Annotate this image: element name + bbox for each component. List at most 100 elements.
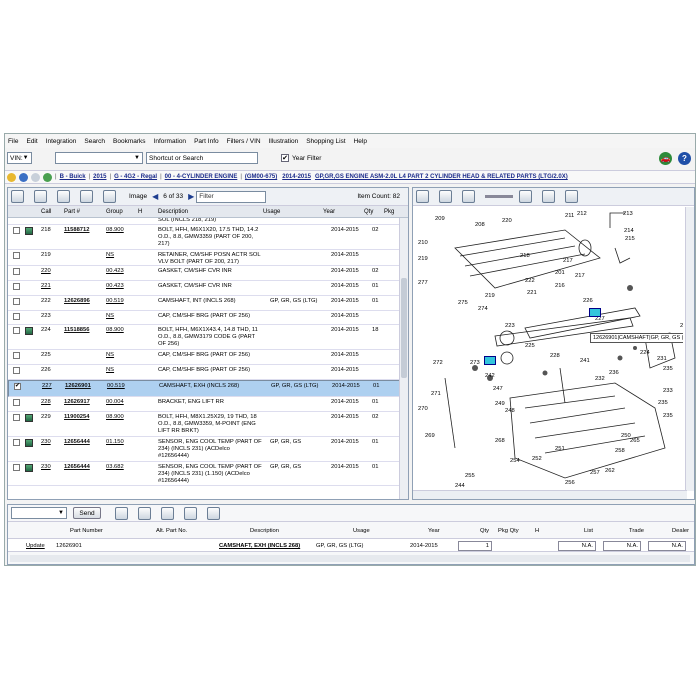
send-button[interactable]: Send <box>73 507 101 519</box>
callout-label[interactable]: 212 <box>577 211 587 217</box>
group-number[interactable]: NS <box>106 367 114 374</box>
row-checkbox[interactable] <box>13 268 20 275</box>
callout-label[interactable]: 220 <box>502 218 512 224</box>
group-number[interactable]: 00.519 <box>107 383 125 390</box>
callout-label[interactable]: 231 <box>657 356 667 362</box>
col-year[interactable]: Year <box>323 209 335 215</box>
part-number[interactable]: 12626896 <box>64 298 90 305</box>
row-checkbox[interactable] <box>13 367 20 374</box>
callout-label[interactable]: 218 <box>520 253 530 259</box>
call-number[interactable]: 222 <box>41 298 51 305</box>
table-row[interactable]: 226 NS CAP, CM/SHF BRG (PART OF 256) 2014-2… <box>8 365 400 380</box>
scroll-thumb[interactable] <box>401 278 407 378</box>
zoom-out-icon[interactable] <box>462 190 475 203</box>
callout-label[interactable]: 211 <box>565 213 574 219</box>
qty-input[interactable]: 1 <box>458 541 492 551</box>
row-checkbox[interactable] <box>13 327 20 334</box>
table-row[interactable]: 229 11900254 08.900 BOLT, HFH, M8X1.25X29, … <box>8 412 400 437</box>
callout-label[interactable]: 272 <box>433 360 443 366</box>
callout-label[interactable]: 219 <box>485 293 495 299</box>
table-row[interactable]: SOL (INCLS 218, 219) <box>8 218 400 225</box>
group-number[interactable]: 00.519 <box>106 298 124 305</box>
fit-icon[interactable] <box>416 190 429 203</box>
callout-label[interactable]: 262 <box>605 468 615 474</box>
group-number[interactable]: 03.682 <box>106 464 124 471</box>
breadcrumb-years[interactable]: 2014-2015 <box>282 174 311 180</box>
call-number[interactable]: 218 <box>41 227 51 234</box>
callout-label[interactable]: 277 <box>418 280 428 286</box>
table-row[interactable]: 230 12656444 01.150 SENSOR, ENG COOL TEMP (… <box>8 437 400 462</box>
callout-label[interactable]: 252 <box>532 456 542 462</box>
vin-input[interactable]: ▼ <box>55 152 143 164</box>
menu-item-part-info[interactable]: Part Info <box>194 138 219 145</box>
group-number[interactable]: 08.900 <box>106 227 124 234</box>
home-icon[interactable] <box>7 172 16 182</box>
help-icon[interactable]: ? <box>678 152 691 165</box>
callout-label[interactable]: 236 <box>609 370 619 376</box>
callout-label[interactable]: 224 <box>640 350 650 356</box>
col-description[interactable]: Description <box>158 209 188 215</box>
callout-label[interactable]: 255 <box>465 473 475 479</box>
menu-item-shopping-list[interactable]: Shopping List <box>306 138 345 145</box>
filter-input[interactable]: Filter <box>196 190 267 203</box>
add-item-icon[interactable] <box>138 506 151 520</box>
group-number[interactable]: NS <box>106 313 114 320</box>
group-number[interactable]: 08.900 <box>106 414 124 421</box>
callout-label[interactable]: 265 <box>630 438 640 444</box>
callout-label[interactable]: 219 <box>418 256 428 262</box>
info-icon[interactable] <box>19 172 28 182</box>
col-h[interactable]: H <box>138 209 142 215</box>
menu-item-edit[interactable]: Edit <box>26 138 37 145</box>
callout-label[interactable]: 235 <box>658 400 668 406</box>
list-view-icon[interactable] <box>34 190 47 203</box>
print-illustration-icon[interactable] <box>542 190 555 203</box>
col-usage[interactable]: Usage <box>263 209 280 215</box>
export-icon[interactable] <box>207 506 220 520</box>
illustration-hscroll[interactable] <box>413 490 687 499</box>
call-number[interactable]: 229 <box>41 414 51 421</box>
callout-label[interactable]: 225 <box>525 343 535 349</box>
parts-scrollbar[interactable] <box>399 218 408 499</box>
table-row[interactable]: 225 NS CAP, CM/SHF BRG (PART OF 256) 2014-2… <box>8 350 400 365</box>
row-checkbox[interactable] <box>13 227 20 234</box>
table-row[interactable]: 218 11588712 08.900 BOLT, HFH, M6X1X20, 17.… <box>8 225 400 250</box>
table-row[interactable]: 230 12656444 03.682 SENSOR, ENG COOL TEMP (… <box>8 462 400 486</box>
callout-label[interactable]: 217 <box>575 273 585 279</box>
highlight-228[interactable] <box>484 356 496 365</box>
callout-label[interactable]: 269 <box>425 433 435 439</box>
callout-label[interactable]: 244 <box>455 483 465 489</box>
group-number[interactable]: NS <box>106 252 114 259</box>
call-number[interactable]: 219 <box>41 252 51 259</box>
vin-select[interactable]: VIN: ▼ <box>7 152 32 164</box>
breadcrumb-make[interactable]: B - Buick <box>60 174 86 180</box>
add-to-list-icon[interactable] <box>57 190 70 203</box>
call-number[interactable]: 221 <box>41 283 51 290</box>
callout-label[interactable]: 233 <box>663 388 673 394</box>
callout-label[interactable]: 249 <box>495 401 505 407</box>
call-number[interactable]: 220 <box>41 268 51 275</box>
callout-label[interactable]: 213 <box>623 211 633 217</box>
callout-label[interactable]: 222 <box>525 278 535 284</box>
shortcut-search-input[interactable]: Shortcut or Search <box>146 152 258 164</box>
group-number[interactable]: 00.423 <box>106 268 124 275</box>
breadcrumb-section[interactable]: 00 - 4-CYLINDER ENGINE <box>165 174 238 180</box>
part-number[interactable]: 12626901 <box>65 383 91 390</box>
callout-label[interactable]: 256 <box>565 480 575 486</box>
pan-icon[interactable] <box>565 190 578 203</box>
menu-item-filters-vin[interactable]: Filters / VIN <box>227 138 261 145</box>
part-number[interactable]: 12626917 <box>64 399 90 406</box>
callout-label[interactable]: 232 <box>595 376 605 382</box>
image-icon[interactable] <box>103 190 116 203</box>
book-icon[interactable] <box>25 414 33 422</box>
callout-label[interactable]: 215 <box>625 236 635 242</box>
group-number[interactable]: NS <box>106 352 114 359</box>
menu-item-help[interactable]: Help <box>354 138 367 145</box>
row-checkbox[interactable] <box>13 399 20 406</box>
book-icon[interactable] <box>25 464 33 472</box>
row-checkbox[interactable]: ✔ <box>14 383 21 390</box>
zoom-in-icon[interactable] <box>519 190 532 203</box>
breadcrumb-year[interactable]: 2015 <box>93 174 106 180</box>
call-number[interactable]: 227 <box>42 383 52 390</box>
callout-label[interactable]: 217 <box>563 258 573 264</box>
callout-label[interactable]: 221 <box>527 290 537 296</box>
